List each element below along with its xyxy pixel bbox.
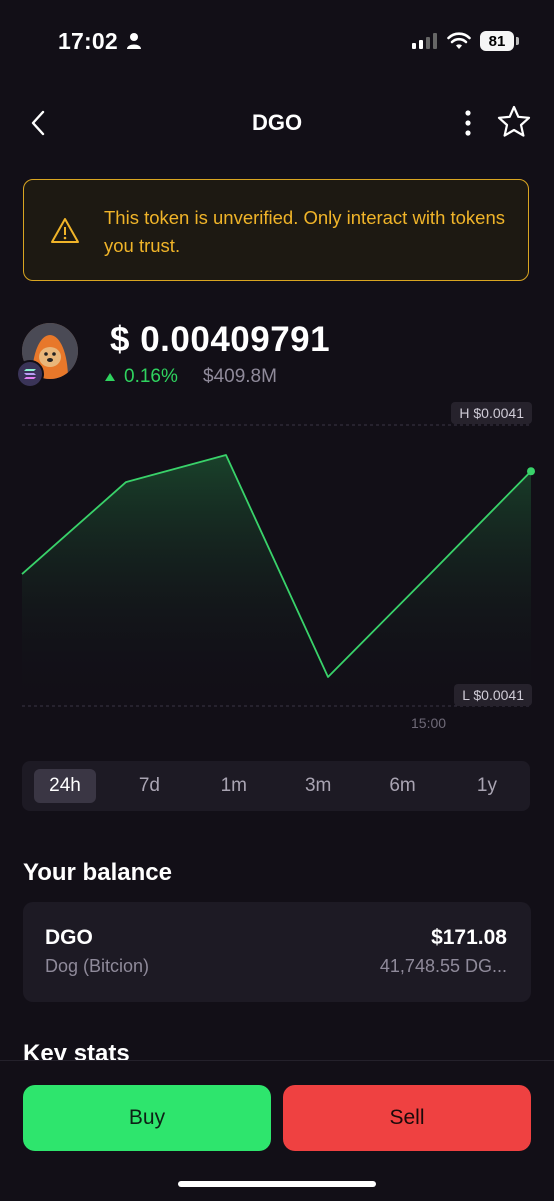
price-change: 0.16% bbox=[104, 366, 178, 388]
wifi-icon bbox=[447, 32, 471, 49]
chart-current-point bbox=[527, 467, 535, 476]
range-6m[interactable]: 6m bbox=[372, 769, 434, 803]
favorite-star-icon[interactable] bbox=[496, 104, 532, 140]
range-7d[interactable]: 7d bbox=[118, 769, 180, 803]
unverified-warning-banner: This token is unverified. Only interact … bbox=[23, 179, 529, 281]
range-1y[interactable]: 1y bbox=[456, 769, 518, 803]
chart-low-label: L $0.0041 bbox=[454, 684, 532, 706]
range-24h[interactable]: 24h bbox=[34, 769, 96, 803]
buy-button[interactable]: Buy bbox=[23, 1085, 271, 1151]
up-arrow-icon bbox=[105, 373, 115, 381]
market-cap: $409.8M bbox=[203, 366, 277, 387]
time-range-selector: 24h 7d 1m 3m 6m 1y bbox=[22, 761, 530, 811]
range-3m[interactable]: 3m bbox=[287, 769, 349, 803]
chart-high-label: H $0.0041 bbox=[451, 402, 532, 424]
balance-token-amount: 41,748.55 DG... bbox=[379, 956, 507, 976]
status-time: 17:02 bbox=[58, 28, 118, 54]
price-value: 0.00409791 bbox=[140, 320, 331, 359]
range-1m[interactable]: 1m bbox=[203, 769, 265, 803]
balance-symbol: DGO bbox=[45, 926, 93, 949]
balance-heading: Your balance bbox=[23, 859, 172, 886]
more-options-icon[interactable] bbox=[458, 108, 478, 138]
cellular-signal-icon bbox=[412, 33, 437, 49]
balance-card[interactable]: DGO Dog (Bitcion) $171.08 41,748.55 DG..… bbox=[23, 902, 531, 1002]
home-indicator bbox=[178, 1181, 376, 1187]
chart-time-tick: 15:00 bbox=[411, 715, 447, 731]
warning-triangle-icon bbox=[51, 218, 79, 243]
balance-token-name: Dog (Bitcion) bbox=[45, 956, 150, 976]
warning-text: This token is unverified. Only interact … bbox=[104, 207, 506, 256]
token-price: $ 0.00409791 bbox=[110, 320, 330, 360]
person-icon bbox=[127, 33, 141, 49]
status-indicators: 81 bbox=[412, 28, 519, 54]
battery-indicator: 81 bbox=[480, 31, 519, 51]
chart-area-fill bbox=[22, 455, 531, 706]
price-change-percent: 0.16% bbox=[124, 366, 178, 387]
solana-icon bbox=[24, 369, 36, 379]
solana-chain-badge bbox=[16, 360, 44, 388]
sell-button[interactable]: Sell bbox=[283, 1085, 531, 1151]
price-currency-symbol: $ bbox=[110, 320, 130, 359]
balance-usd-value: $171.08 bbox=[431, 926, 507, 949]
